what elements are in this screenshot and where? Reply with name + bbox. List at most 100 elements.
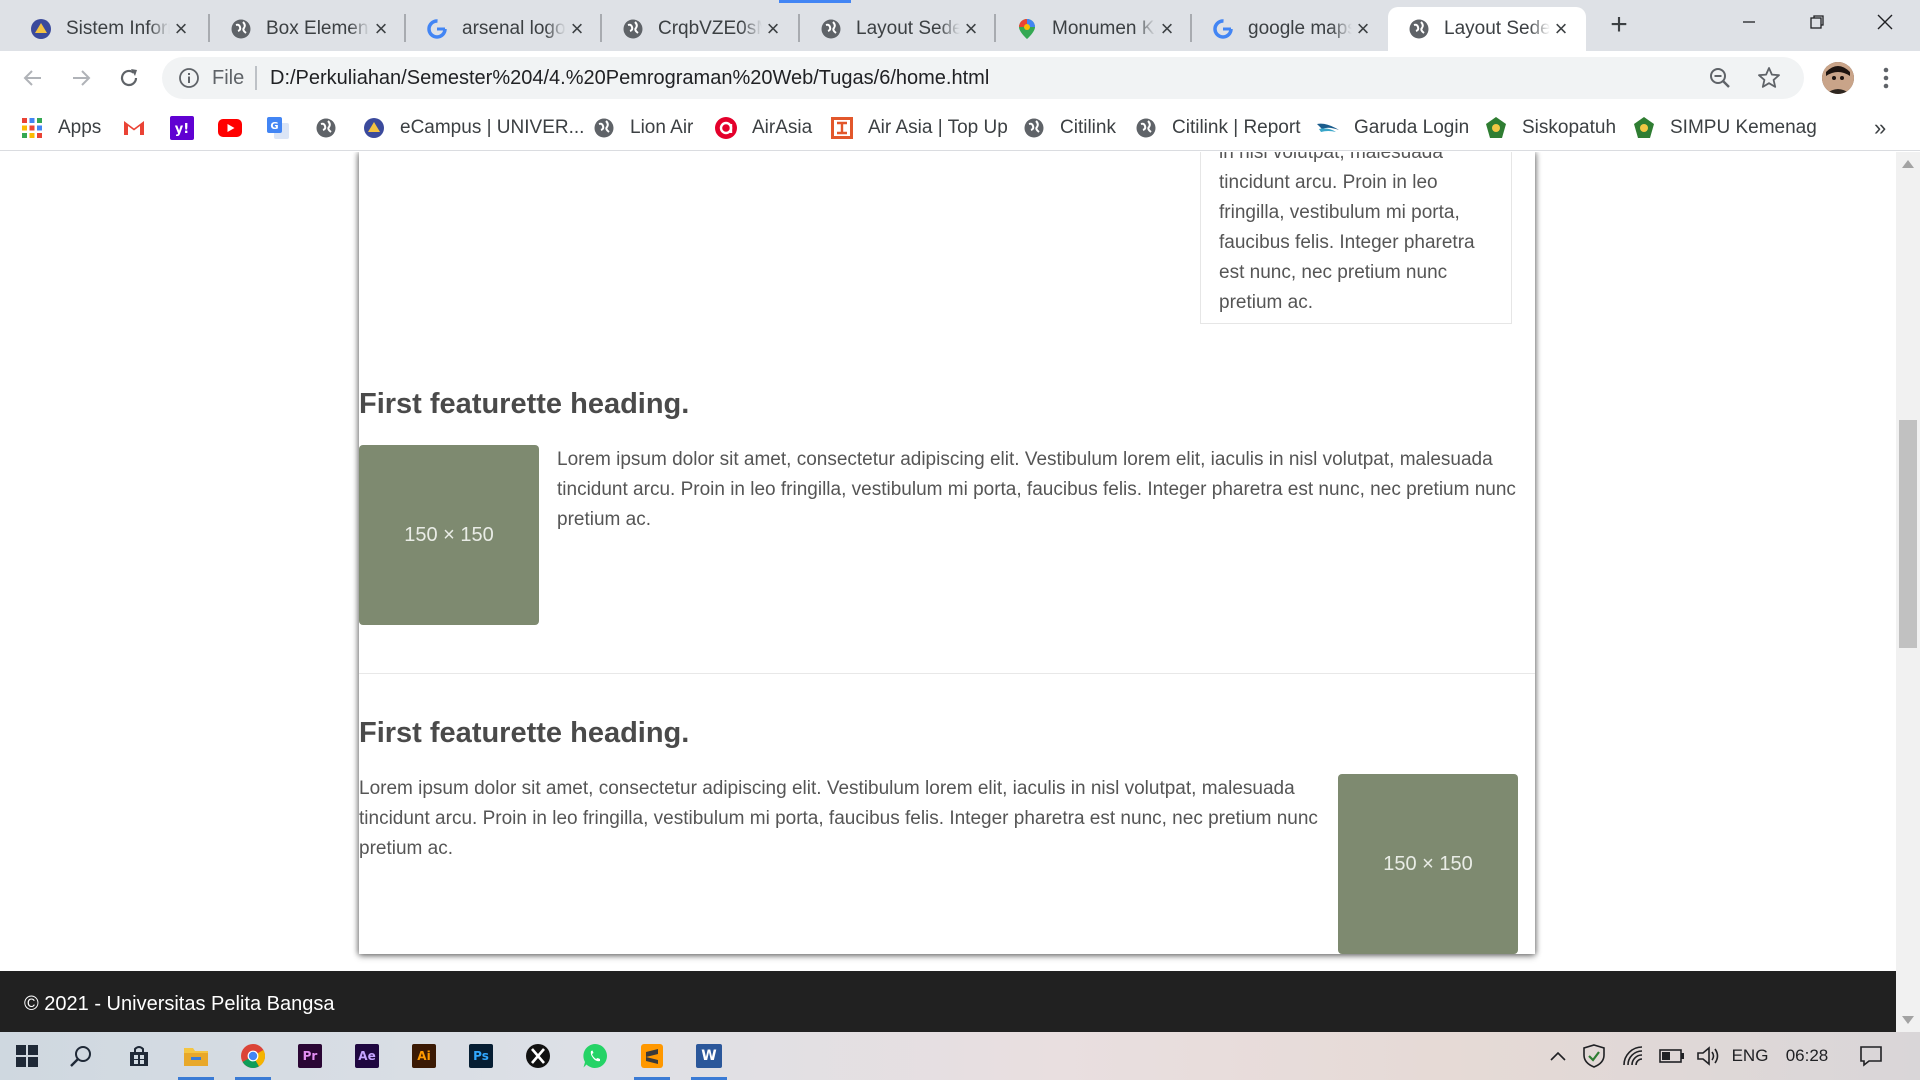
windows-taskbar: Pr Ae Ai Ps W ENG 06:28 bbox=[0, 1032, 1920, 1080]
bookmark-lion-air[interactable]: Lion Air bbox=[592, 114, 693, 142]
airasia-topup-icon bbox=[830, 116, 854, 140]
bookmark-siskopatuh[interactable]: Siskopatuh bbox=[1484, 114, 1616, 142]
chrome-menu-icon[interactable] bbox=[1872, 64, 1900, 92]
bookmark-apps[interactable]: Apps bbox=[20, 114, 101, 142]
minimize-button[interactable] bbox=[1715, 0, 1783, 44]
chrome-icon[interactable] bbox=[229, 1032, 277, 1080]
restore-button[interactable] bbox=[1783, 0, 1851, 44]
scroll-thumb[interactable] bbox=[1899, 420, 1917, 648]
clock[interactable]: 06:28 bbox=[1782, 1044, 1832, 1068]
placeholder-label: 150 × 150 bbox=[404, 523, 494, 546]
tab-title: Layout Sederhana bbox=[856, 18, 960, 39]
close-icon[interactable]: × bbox=[566, 18, 588, 40]
tab-title: CrqbVZE0sMrd bbox=[658, 18, 762, 39]
store-icon[interactable] bbox=[115, 1032, 163, 1080]
vertical-scrollbar[interactable] bbox=[1896, 152, 1920, 1032]
bookmark-label: Apps bbox=[58, 117, 102, 138]
volume-icon[interactable] bbox=[1694, 1044, 1722, 1068]
kemenag-icon bbox=[1484, 116, 1508, 140]
close-icon[interactable]: × bbox=[762, 18, 784, 40]
forward-button[interactable] bbox=[64, 61, 98, 95]
new-tab-button[interactable]: + bbox=[1604, 10, 1634, 40]
bookmark-star-icon[interactable] bbox=[1756, 65, 1782, 91]
bookmark-airasia[interactable]: AirAsia bbox=[714, 114, 812, 142]
bookmark-citilink-report[interactable]: Citilink | Report bbox=[1134, 114, 1300, 142]
tab-box-element[interactable]: Box Element × bbox=[210, 7, 406, 51]
close-icon[interactable]: × bbox=[170, 18, 192, 40]
kemenag-icon bbox=[1632, 116, 1656, 140]
placeholder-label: 150 × 150 bbox=[1383, 852, 1473, 875]
close-icon[interactable]: × bbox=[960, 18, 982, 40]
close-icon[interactable]: × bbox=[1156, 18, 1178, 40]
close-window-button[interactable] bbox=[1851, 0, 1919, 44]
bookmark-gmail[interactable] bbox=[122, 114, 160, 142]
scroll-up-arrow-icon[interactable] bbox=[1902, 160, 1914, 168]
tab-google-maps[interactable]: google maps × bbox=[1192, 7, 1388, 51]
after-effects-icon[interactable]: Ae bbox=[343, 1032, 391, 1080]
bookmark-translate[interactable]: G bbox=[266, 114, 304, 142]
close-icon[interactable]: × bbox=[1352, 18, 1374, 40]
tab-layout-sederhana-active[interactable]: Layout Sederhana × bbox=[1388, 7, 1586, 51]
url-text[interactable]: D:/Perkuliahan/Semester%204/4.%20Pemrogr… bbox=[270, 67, 989, 90]
photoshop-icon[interactable]: Ps bbox=[457, 1032, 505, 1080]
garuda-icon bbox=[1316, 116, 1340, 140]
close-icon[interactable]: × bbox=[370, 18, 392, 40]
chevron-up-icon[interactable] bbox=[1546, 1044, 1570, 1068]
bookmark-garuda-login[interactable]: Garuda Login bbox=[1316, 114, 1469, 142]
whatsapp-icon[interactable] bbox=[571, 1032, 619, 1080]
back-button[interactable] bbox=[16, 61, 50, 95]
scroll-down-arrow-icon[interactable] bbox=[1902, 1016, 1914, 1024]
photoshop-label: Ps bbox=[469, 1044, 493, 1068]
google-icon bbox=[426, 18, 448, 40]
bookmark-label: Garuda Login bbox=[1354, 117, 1470, 138]
bookmark-citilink[interactable]: Citilink bbox=[1022, 114, 1116, 142]
file-explorer-icon[interactable] bbox=[172, 1032, 220, 1080]
zoom-icon[interactable] bbox=[1708, 66, 1732, 90]
input-language[interactable]: ENG bbox=[1730, 1044, 1770, 1068]
notification-icon[interactable] bbox=[1856, 1044, 1886, 1068]
tab-sistem-informasi[interactable]: Sistem Informasi Akademik × bbox=[10, 7, 206, 51]
profile-avatar[interactable] bbox=[1822, 62, 1854, 94]
maps-pin-icon bbox=[1016, 18, 1038, 40]
bookmark-airasia-topup[interactable]: Air Asia | Top Up bbox=[830, 114, 1008, 142]
xampp-icon[interactable] bbox=[514, 1032, 562, 1080]
reload-button[interactable] bbox=[112, 61, 146, 95]
bookmark-label: eCampus | UNIVER... bbox=[400, 117, 585, 138]
battery-icon[interactable] bbox=[1658, 1044, 1686, 1068]
main-container: in nisl volutpat, malesuada tincidunt ar… bbox=[359, 152, 1535, 954]
security-shield-icon[interactable] bbox=[1580, 1044, 1608, 1068]
sublime-icon[interactable] bbox=[628, 1032, 676, 1080]
after-effects-label: Ae bbox=[355, 1044, 379, 1068]
globe-icon bbox=[1408, 18, 1430, 40]
tab-crqbvze[interactable]: CrqbVZE0sMrd × bbox=[602, 7, 798, 51]
tab-strip: Sistem Informasi Akademik × Box Element … bbox=[0, 0, 1920, 51]
bookmark-youtube[interactable] bbox=[218, 114, 256, 142]
tab-title: google maps bbox=[1248, 18, 1352, 39]
apps-grid-icon bbox=[20, 116, 44, 140]
footer-copyright: © 2021 - Universitas Pelita Bangsa bbox=[24, 993, 335, 1015]
tab-layout-sederhana-1[interactable]: Layout Sederhana × bbox=[800, 7, 996, 51]
bookmark-ecampus[interactable]: eCampus | UNIVER... bbox=[362, 114, 584, 142]
tab-arsenal-logo[interactable]: arsenal logo - Penelusuran Google × bbox=[406, 7, 602, 51]
windows-start-icon[interactable] bbox=[3, 1032, 51, 1080]
word-icon[interactable]: W bbox=[685, 1032, 733, 1080]
bookmarks-bar: Apps y! G eCampus | UNIVER... Lion Air A… bbox=[0, 105, 1920, 151]
address-bar[interactable]: File D:/Perkuliahan/Semester%204/4.%20Pe… bbox=[162, 57, 1804, 99]
featurette-text: Lorem ipsum dolor sit amet, consectetur … bbox=[359, 778, 1318, 859]
chevron-double-right-icon[interactable]: » bbox=[1874, 115, 1886, 141]
info-icon[interactable] bbox=[178, 67, 200, 89]
close-icon[interactable]: × bbox=[1550, 18, 1572, 40]
premiere-icon[interactable]: Pr bbox=[286, 1032, 334, 1080]
illustrator-icon[interactable]: Ai bbox=[400, 1032, 448, 1080]
bookmark-yahoo[interactable]: y! bbox=[170, 114, 208, 142]
bookmark-simpu-kemenag[interactable]: SIMPU Kemenag bbox=[1632, 114, 1817, 142]
globe-icon bbox=[230, 18, 252, 40]
bookmark-label: Siskopatuh bbox=[1522, 117, 1617, 138]
bookmark-label: SIMPU Kemenag bbox=[1670, 117, 1817, 138]
search-icon[interactable] bbox=[57, 1032, 105, 1080]
svg-text:y!: y! bbox=[175, 122, 189, 137]
bookmark-label: Citilink | Report bbox=[1172, 117, 1301, 138]
bookmark-globe[interactable] bbox=[314, 114, 352, 142]
wifi-icon[interactable] bbox=[1620, 1044, 1648, 1068]
tab-monumen-kapal-selam[interactable]: Monumen Kapal Selam × bbox=[996, 7, 1192, 51]
